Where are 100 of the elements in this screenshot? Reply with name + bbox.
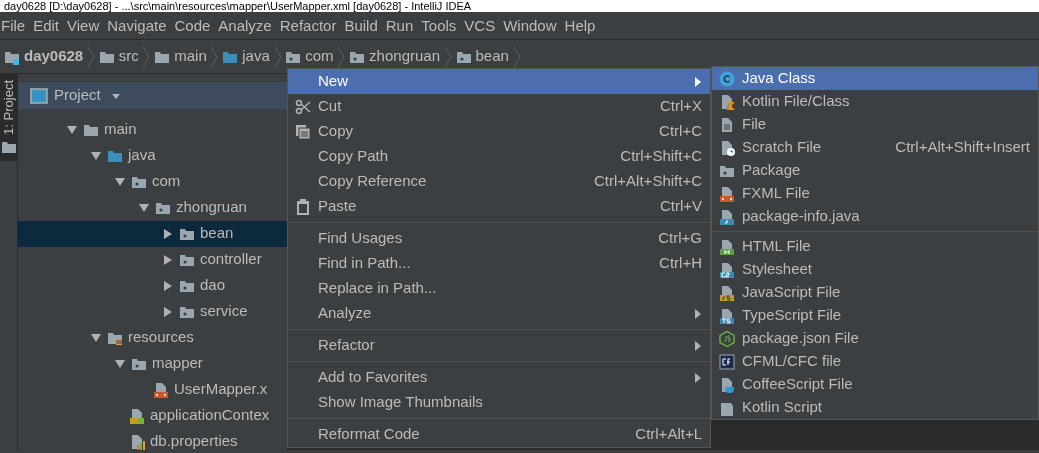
tree-item[interactable]: zhongruan [18,194,287,221]
menu-item[interactable]: Package [712,159,1038,182]
dropdown-caret-icon[interactable] [110,91,121,100]
menu-item[interactable]: CFML/CFC file [712,350,1038,373]
tree-item[interactable]: service [18,298,287,325]
menu-item[interactable]: Paste Ctrl+V [288,194,710,219]
chevron-icon [337,45,346,68]
menu-item[interactable]: package-info.java [712,205,1038,228]
breadcrumb-item[interactable]: com [305,45,334,68]
hexagon-icon [719,330,735,347]
spring-file-icon [129,407,145,424]
expand-toggle-icon[interactable] [114,357,126,370]
expand-toggle-icon[interactable] [114,175,126,188]
breadcrumb-item[interactable]: day0628 [24,45,84,68]
menu-item[interactable]: Navigate [107,12,175,39]
menu-item[interactable]: Run [385,12,422,39]
expand-toggle-icon[interactable] [66,123,78,136]
java-file-icon [719,208,735,225]
coffee-file-icon [719,376,735,393]
menu-item[interactable]: JavaScript File [712,281,1038,304]
tree-item[interactable]: UserMapper.x [18,376,287,403]
tree-item[interactable]: db.properties [18,428,287,453]
tree-item[interactable]: resources [18,324,287,351]
breadcrumb-item[interactable]: java [242,45,270,68]
breadcrumb-item[interactable]: bean [475,45,509,68]
tree-item[interactable]: applicationContex [18,402,287,429]
menu-item[interactable]: Stylesheet [712,258,1038,281]
menu-item[interactable]: Code [174,12,219,39]
menu-item[interactable]: Add to Favorites [288,365,710,390]
menu-item[interactable]: package.json File [712,327,1038,350]
menu-item[interactable]: CoffeeScript File [712,373,1038,396]
chevron-icon [210,45,219,68]
css-file-icon [719,261,735,278]
cf-icon [719,353,735,370]
menu-item[interactable]: Find Usages Ctrl+G [288,226,710,251]
expand-toggle-icon[interactable] [162,305,174,318]
clipboard-icon [295,198,311,215]
expand-toggle-icon[interactable] [90,331,102,344]
expand-toggle-icon[interactable] [162,253,174,266]
menu-item[interactable]: Scratch File Ctrl+Alt+Shift+Insert [712,136,1038,159]
menu-item[interactable]: Window [503,12,565,39]
tree-item[interactable]: bean [18,220,287,247]
project-tool-tab[interactable]: 1: Project [0,74,18,161]
menu-item[interactable]: Find in Path... Ctrl+H [288,251,710,276]
menu-item[interactable]: Analyze [288,301,710,326]
xml-file-icon [719,185,735,202]
expand-toggle-icon[interactable] [138,201,150,214]
menu-item[interactable]: Kotlin Script [712,396,1038,419]
ts-file-icon [719,307,735,324]
tree-item[interactable]: mapper [18,350,287,377]
menu-item[interactable]: Refactor [288,333,710,358]
tree-item[interactable]: java [18,142,287,169]
menu-item[interactable]: Refactor [279,12,345,39]
tree-item[interactable]: dao [18,272,287,299]
scratch-file-icon [719,139,735,156]
js-file-icon [719,284,735,301]
panel-title[interactable]: Project [54,84,101,107]
chevron-icon [142,45,151,68]
menu-item[interactable]: Copy Ctrl+C [288,119,710,144]
menu-item[interactable]: TypeScript File [712,304,1038,327]
expand-toggle-icon[interactable] [90,149,102,162]
menu-item[interactable]: HTML File [712,235,1038,258]
menu-item[interactable]: Copy Reference Ctrl+Alt+Shift+C [288,169,710,194]
breadcrumb-item[interactable]: zhongruan [369,45,440,68]
menu-item[interactable]: Reformat Code Ctrl+Alt+L [288,422,710,447]
breadcrumb-item[interactable]: src [118,45,139,68]
menu-item[interactable]: Copy Path Ctrl+Shift+C [288,144,710,169]
menu-item[interactable]: Analyze [218,12,280,39]
menu-item[interactable]: Tools [421,12,465,39]
tree-item[interactable]: main [18,116,287,143]
file-icon [719,116,735,133]
tab-label: 1: Project [0,80,18,135]
menu-item[interactable]: Help [564,12,604,39]
properties-file-icon [129,433,145,450]
menu-item[interactable]: VCS [464,12,504,39]
expand-toggle-icon[interactable] [162,279,174,292]
menu-item[interactable]: Cut Ctrl+X [288,94,710,119]
class-icon [719,70,735,87]
menu-item[interactable]: FXML File [712,182,1038,205]
copy-icon [295,123,311,140]
breadcrumb-item[interactable]: main [174,45,207,68]
menu-item[interactable]: New [288,69,710,94]
html-file-icon [719,238,735,255]
tree-item[interactable]: controller [18,246,287,273]
chevron-icon [443,45,452,68]
scissors-icon [295,98,311,115]
menu-item[interactable]: Build [344,12,386,39]
menu-item[interactable]: Replace in Path... [288,276,710,301]
tree-item[interactable]: com [18,168,287,195]
menu-item[interactable]: File [712,113,1038,136]
chevron-icon [86,45,95,68]
xml-file-icon [153,381,169,398]
kotlin-file-icon [719,93,735,110]
menu-item[interactable]: Show Image Thumbnails [288,390,710,415]
menu-item[interactable]: View [67,12,108,39]
menu-item[interactable]: File [0,12,34,39]
menu-item[interactable]: Kotlin File/Class [712,90,1038,113]
menu-item[interactable]: Edit [33,12,68,39]
menu-item[interactable]: Java Class [712,67,1038,90]
expand-toggle-icon[interactable] [162,227,174,240]
